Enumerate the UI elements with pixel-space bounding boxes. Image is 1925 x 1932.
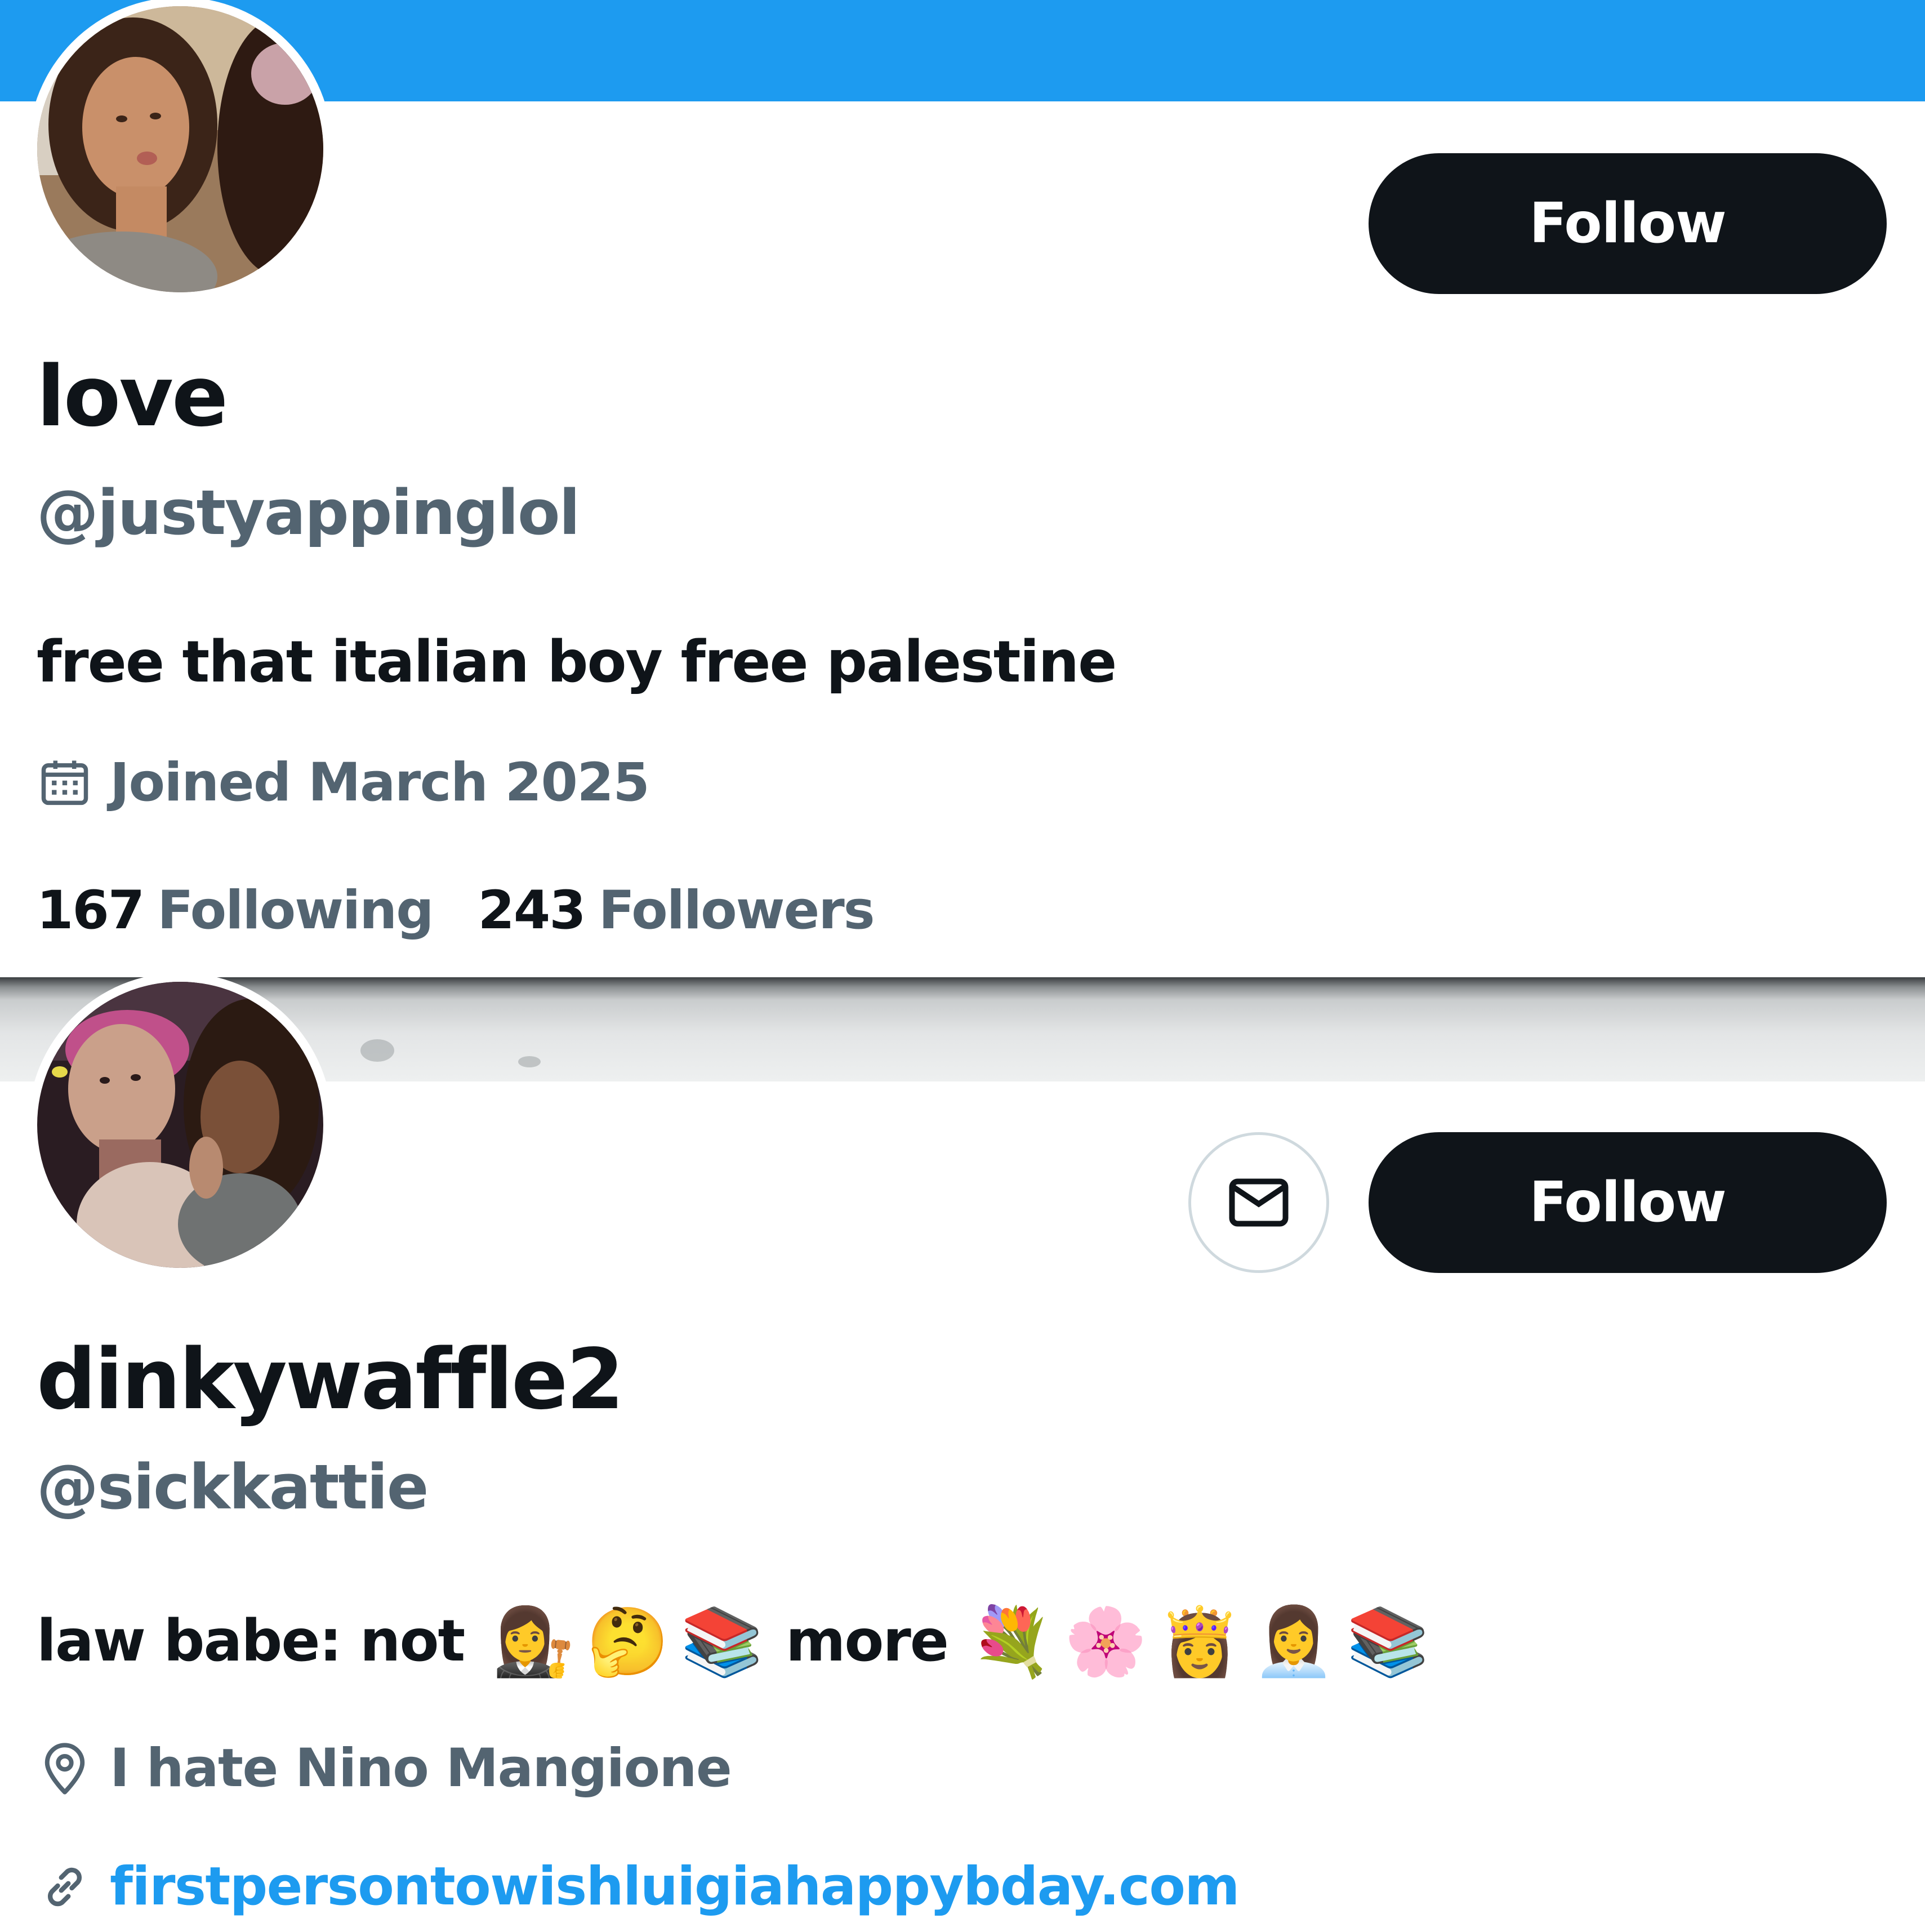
following-link[interactable]: 167 Following — [37, 884, 434, 937]
profile-card: Follow love @justyappinglol free that it… — [0, 0, 1925, 977]
books-emoji: 📚 — [680, 1602, 764, 1680]
follow-button[interactable]: Follow — [1369, 153, 1887, 294]
books-emoji: 📚 — [1346, 1602, 1429, 1680]
display-name: dinkywaffle2 — [37, 1331, 624, 1428]
cherry-blossom-emoji: 🌸 — [1064, 1602, 1147, 1680]
follow-button[interactable]: Follow — [1369, 1132, 1887, 1273]
display-name: love — [37, 348, 228, 445]
avatar-photo — [37, 6, 323, 292]
joined-date: Joined March 2025 — [37, 752, 650, 813]
followers-count: 243 — [478, 880, 586, 941]
woman-judge-emoji: 👩‍⚖️ — [492, 1602, 576, 1680]
followers-label: Followers — [598, 880, 875, 941]
follow-stats: 167 Following 243 Followers — [37, 884, 875, 937]
woman-office-worker-emoji: 👩‍💼 — [1252, 1602, 1335, 1680]
website-link[interactable]: firstpersontowishluigiahappybday.com — [110, 1860, 1240, 1913]
location: I hate Nino Mangione — [37, 1738, 732, 1799]
avatar[interactable] — [28, 0, 332, 301]
bouquet-emoji: 💐 — [970, 1602, 1053, 1680]
envelope-icon — [1229, 1178, 1289, 1227]
joined-text: Joined March 2025 — [110, 752, 650, 813]
website[interactable]: firstpersontowishluigiahappybday.com — [37, 1859, 1240, 1915]
following-label: Following — [157, 880, 434, 941]
avatar-photo — [37, 982, 323, 1268]
following-count: 167 — [37, 880, 145, 941]
location-pin-icon — [44, 1743, 85, 1795]
thinking-face-emoji: 🤔 — [586, 1602, 670, 1680]
followers-link[interactable]: 243 Followers — [478, 884, 875, 937]
bio-segment: law babe: not — [37, 1608, 465, 1675]
profile-card: Follow dinkywaffle2 @sickkattie law babe… — [0, 973, 1925, 1932]
username-handle: @sickkattie — [37, 1451, 429, 1523]
bio-text: law babe: not 👩‍⚖️ 🤔 📚 more 💐 🌸 👸 👩‍💼 📚 — [37, 1608, 1435, 1675]
princess-emoji: 👸 — [1158, 1602, 1241, 1680]
location-text: I hate Nino Mangione — [110, 1738, 732, 1799]
message-button[interactable] — [1188, 1132, 1329, 1273]
avatar[interactable] — [28, 973, 332, 1277]
link-icon — [47, 1867, 82, 1907]
bio-segment: more — [786, 1608, 949, 1675]
username-handle: @justyappinglol — [37, 477, 580, 549]
bio-text: free that italian boy free palestine — [37, 629, 1117, 696]
calendar-icon — [41, 760, 88, 805]
